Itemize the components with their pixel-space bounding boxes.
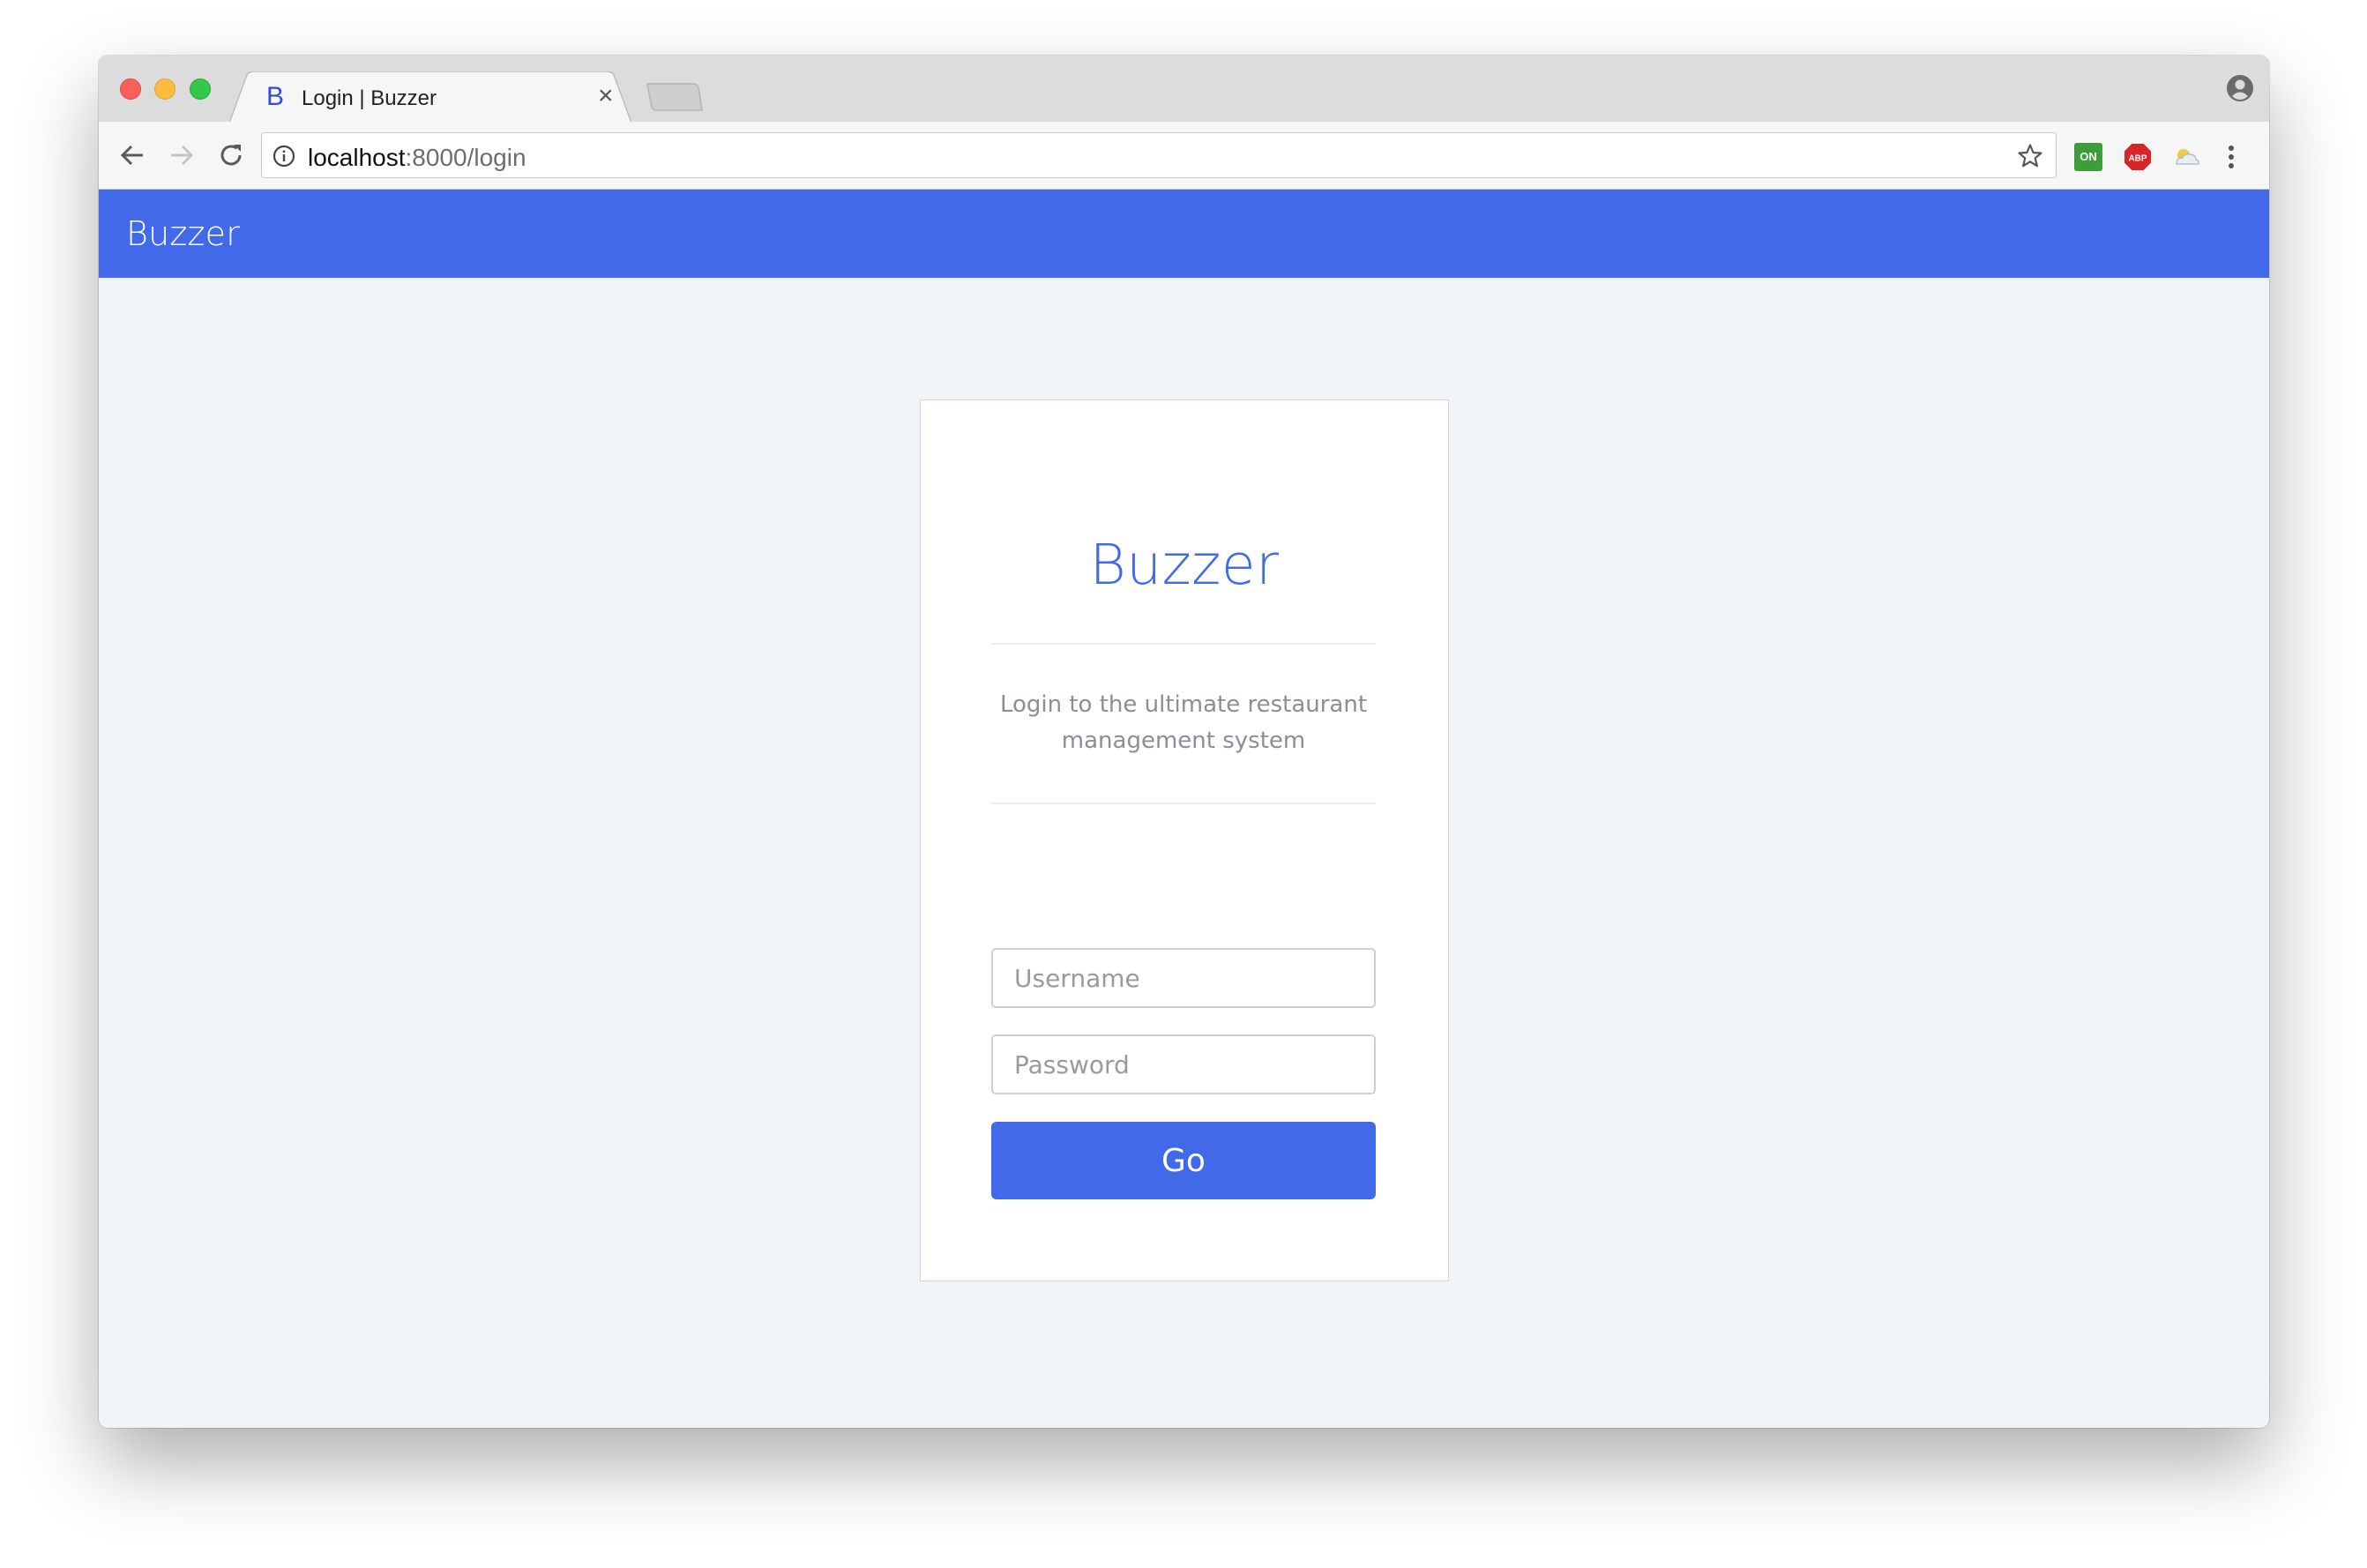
tab-title: Login | Buzzer — [302, 86, 437, 110]
address-bar[interactable]: localhost:8000/login — [261, 132, 2057, 178]
login-subtitle: Login to the ultimate restaurant managem… — [999, 691, 1368, 754]
back-arrow-icon[interactable] — [116, 139, 148, 171]
navbar-brand[interactable]: Buzzer — [126, 214, 240, 253]
info-icon[interactable] — [273, 145, 295, 172]
on-extension-icon[interactable]: ON — [2074, 143, 2102, 171]
address-host: localhost — [308, 144, 406, 171]
go-button[interactable]: Go — [991, 1122, 1376, 1199]
username-input[interactable] — [991, 948, 1376, 1008]
login-title: Buzzer — [1089, 533, 1280, 597]
tab-favicon-icon: B — [266, 82, 285, 111]
reload-icon[interactable] — [215, 139, 247, 171]
browser-window: B Login | Buzzer × localhost:8000/login … — [99, 56, 2269, 1428]
adblock-plus-icon[interactable]: ABP — [2124, 143, 2152, 171]
profile-icon[interactable] — [2225, 73, 2255, 108]
tab-strip: B Login | Buzzer × — [99, 56, 2269, 123]
divider — [991, 643, 1376, 645]
menu-dots-icon[interactable] — [2224, 141, 2238, 177]
tab-active[interactable]: B Login | Buzzer × — [229, 71, 631, 123]
browser-toolbar: localhost:8000/login ON ABP — [99, 122, 2269, 190]
forward-arrow-icon[interactable] — [166, 139, 198, 171]
zoom-window-button[interactable] — [190, 78, 211, 100]
weather-extension-icon[interactable] — [2171, 143, 2199, 171]
close-window-button[interactable] — [120, 78, 141, 100]
address-path: :8000/login — [405, 144, 526, 171]
tab-close-icon[interactable]: × — [598, 80, 614, 112]
new-tab-icon[interactable] — [646, 82, 704, 116]
app-navbar: Buzzer — [99, 190, 2269, 278]
divider — [991, 803, 1376, 804]
adblock-label: ABP — [2128, 154, 2147, 164]
password-input[interactable] — [991, 1034, 1376, 1094]
star-icon[interactable] — [2017, 143, 2043, 174]
address-url[interactable]: localhost:8000/login — [308, 144, 526, 172]
login-card: Buzzer Login to the ultimate restaurant … — [920, 399, 1449, 1281]
minimize-window-button[interactable] — [154, 78, 175, 100]
